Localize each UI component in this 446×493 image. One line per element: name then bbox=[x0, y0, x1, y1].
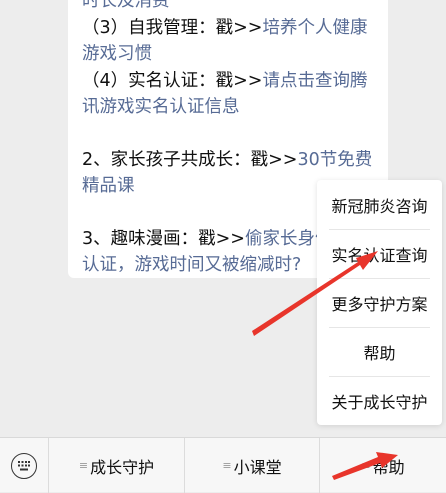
tab-label: 帮助 bbox=[372, 457, 405, 477]
menu-item-real-name-query[interactable]: 实名认证查询 bbox=[317, 229, 442, 278]
help-popup-menu: 新冠肺炎咨询 实名认证查询 更多守护方案 帮助 关于成长守护 bbox=[317, 180, 442, 425]
menu-lines-icon: ≡ bbox=[361, 459, 370, 472]
tab-label: 小课堂 bbox=[233, 457, 282, 477]
message-item-self-management: （3）自我管理：戳>>培养个人健康游戏习惯 bbox=[82, 15, 382, 68]
message-link[interactable]: 时长及消费 bbox=[82, 0, 170, 11]
message-line: 时长及消费 bbox=[82, 0, 382, 15]
message-prefix: （3）自我管理：戳>> bbox=[82, 17, 263, 38]
message-prefix: 2、家长孩子共成长：戳>> bbox=[82, 149, 298, 170]
menu-item-about[interactable]: 关于成长守护 bbox=[317, 376, 442, 425]
message-prefix: 3、趣味漫画：戳>> bbox=[82, 228, 245, 249]
tab-small-class[interactable]: ≡ 小课堂 bbox=[184, 438, 319, 493]
menu-item-label: 新冠肺炎咨询 bbox=[331, 196, 428, 216]
message-item-real-name: （4）实名认证：戳>>请点击查询腾讯游戏实名认证信息 bbox=[82, 68, 382, 121]
menu-item-label: 关于成长守护 bbox=[331, 392, 428, 412]
menu-item-help[interactable]: 帮助 bbox=[317, 327, 442, 376]
message-prefix: （4）实名认证：戳>> bbox=[82, 70, 263, 91]
menu-lines-icon: ≡ bbox=[78, 459, 88, 472]
tab-help[interactable]: ≡ 帮助 bbox=[319, 438, 446, 493]
menu-item-label: 实名认证查询 bbox=[331, 245, 428, 265]
tab-label: 成长守护 bbox=[90, 457, 155, 477]
menu-item-label: 帮助 bbox=[363, 343, 396, 363]
menu-item-covid-consult[interactable]: 新冠肺炎咨询 bbox=[317, 180, 442, 229]
menu-item-label: 更多守护方案 bbox=[331, 294, 428, 314]
menu-lines-icon: ≡ bbox=[222, 459, 231, 472]
bottom-menu-bar: ≡ 成长守护 ≡ 小课堂 ≡ 帮助 bbox=[0, 437, 446, 493]
tab-growth-guard[interactable]: ≡ 成长守护 bbox=[48, 438, 184, 493]
keyboard-icon bbox=[11, 452, 37, 479]
menu-item-more-plans[interactable]: 更多守护方案 bbox=[317, 278, 442, 327]
keyboard-toggle[interactable] bbox=[0, 438, 48, 493]
